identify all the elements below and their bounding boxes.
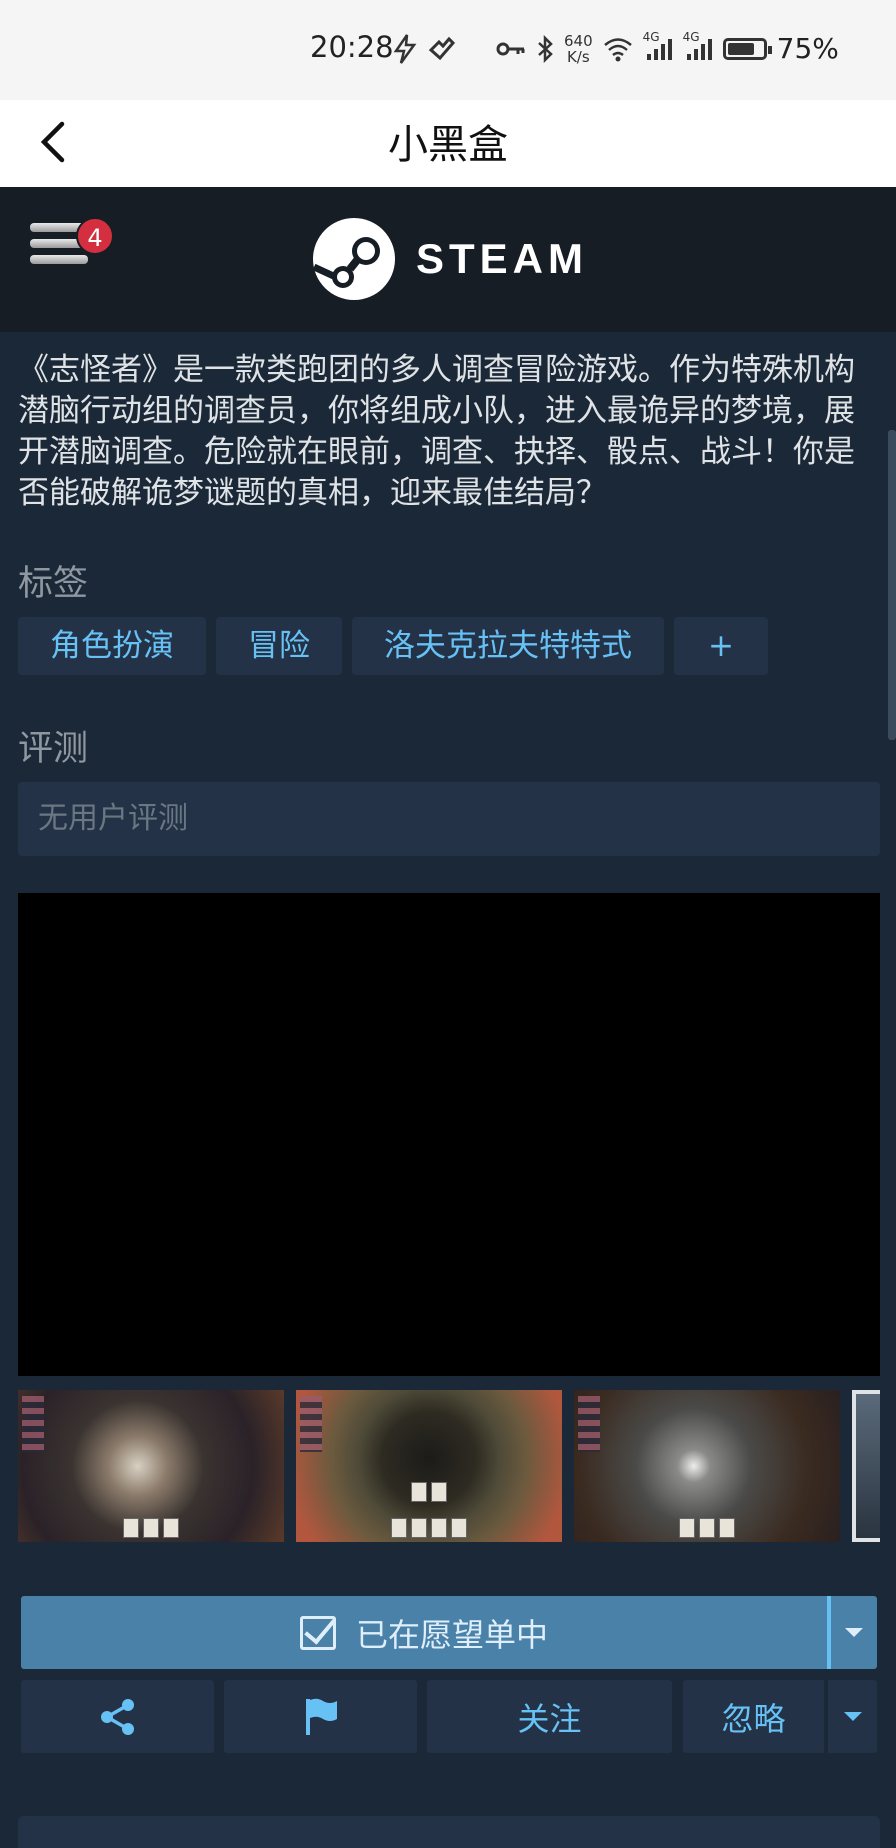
wifi-icon [603,37,632,61]
status-bar: 20:28 640 K/s 4G 4G 75% [0,0,896,100]
app-bar: 小黑盒 [0,100,896,187]
heartbeat-icon [428,36,456,60]
wishlist-dropdown-button[interactable] [831,1596,877,1669]
menu-button[interactable]: 4 [28,217,114,273]
wishlist-label: 已在愿望单中 [355,1615,548,1654]
signal-icon: 4G [643,30,673,62]
steam-logo-icon [312,218,395,300]
screenshot-thumbnail[interactable] [18,1390,284,1542]
battery-fill [727,42,754,55]
screenshot-thumbnail-selected[interactable] [852,1390,880,1542]
status-icons: 640 K/s 4G 4G 75% [392,30,839,66]
wishlist-row: 已在愿望单中 [21,1596,877,1669]
bluetooth-icon [538,34,553,63]
caret-down-icon [845,1628,863,1637]
tag-more-button[interactable]: + [674,617,768,675]
steam-logo[interactable]: STEAM [312,217,588,301]
bottom-panel [18,1816,880,1848]
screenshot-thumbnail[interactable] [296,1390,562,1542]
reviews-heading: 评测 [18,729,89,769]
screenshot-strip [18,1390,880,1542]
share-icon [100,1698,134,1735]
tags-row: 角色扮演 冒险 洛夫克拉夫特特式 + [18,617,768,675]
key-icon [496,42,525,55]
caret-down-icon [843,1712,862,1721]
flag-button[interactable] [224,1680,417,1753]
follow-button[interactable]: 关注 [427,1680,672,1753]
tag-adventure[interactable]: 冒险 [216,617,342,675]
notification-badge: 4 [76,217,114,255]
battery-icon [722,37,772,60]
charging-bolt-icon [393,33,417,64]
ignore-button[interactable]: 忽略 [683,1680,824,1753]
page-title: 小黑盒 [388,122,508,168]
screenshot-thumbnail[interactable] [574,1390,840,1542]
steam-wordmark: STEAM [416,235,588,282]
scrollbar[interactable] [888,430,896,740]
flag-icon [305,1698,337,1735]
reviews-summary: 无用户评测 [18,782,880,856]
ignore-dropdown-button[interactable] [828,1680,877,1753]
status-time: 20:28 [310,30,394,64]
game-description: 《志怪者》是一款类跑团的多人调查冒险游戏。作为特殊机构潜脑行动组的调查员，你将组… [18,352,855,511]
tag-lovecraftian[interactable]: 洛夫克拉夫特特式 [352,617,664,675]
tag-role-playing[interactable]: 角色扮演 [18,617,206,675]
battery-percent: 75% [776,32,839,65]
steam-header: 4 STEAM [0,187,896,332]
video-player[interactable] [18,893,880,1376]
checkbox-icon [299,1615,336,1650]
wishlist-button[interactable]: 已在愿望单中 [21,1596,827,1669]
signal-icon-2: 4G [683,30,713,62]
tags-heading: 标签 [18,564,89,604]
network-speed: 640 K/s [564,31,593,66]
share-button[interactable] [21,1680,214,1753]
